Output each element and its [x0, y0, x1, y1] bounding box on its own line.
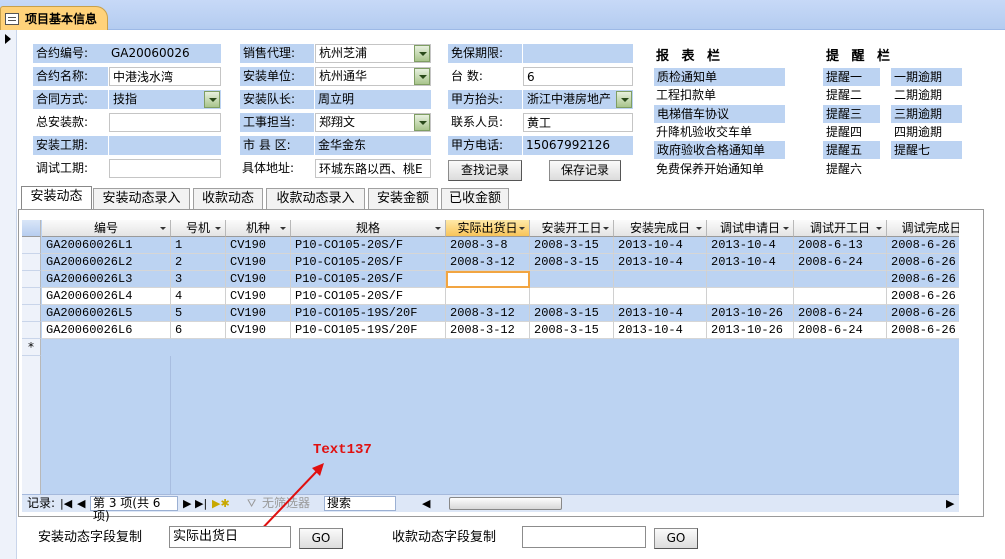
install-copy-go-button[interactable]: GO	[299, 528, 343, 549]
install-copy-input[interactable]: 实际出货日	[169, 526, 291, 548]
payment-copy-go-button[interactable]: GO	[654, 528, 698, 549]
annotation-label: Text137	[313, 442, 372, 458]
payment-copy-label: 收款动态字段复制	[392, 530, 497, 545]
payment-copy-input[interactable]	[522, 526, 646, 548]
annotation-arrow	[255, 463, 324, 536]
install-copy-label: 安装动态字段复制	[38, 530, 143, 545]
